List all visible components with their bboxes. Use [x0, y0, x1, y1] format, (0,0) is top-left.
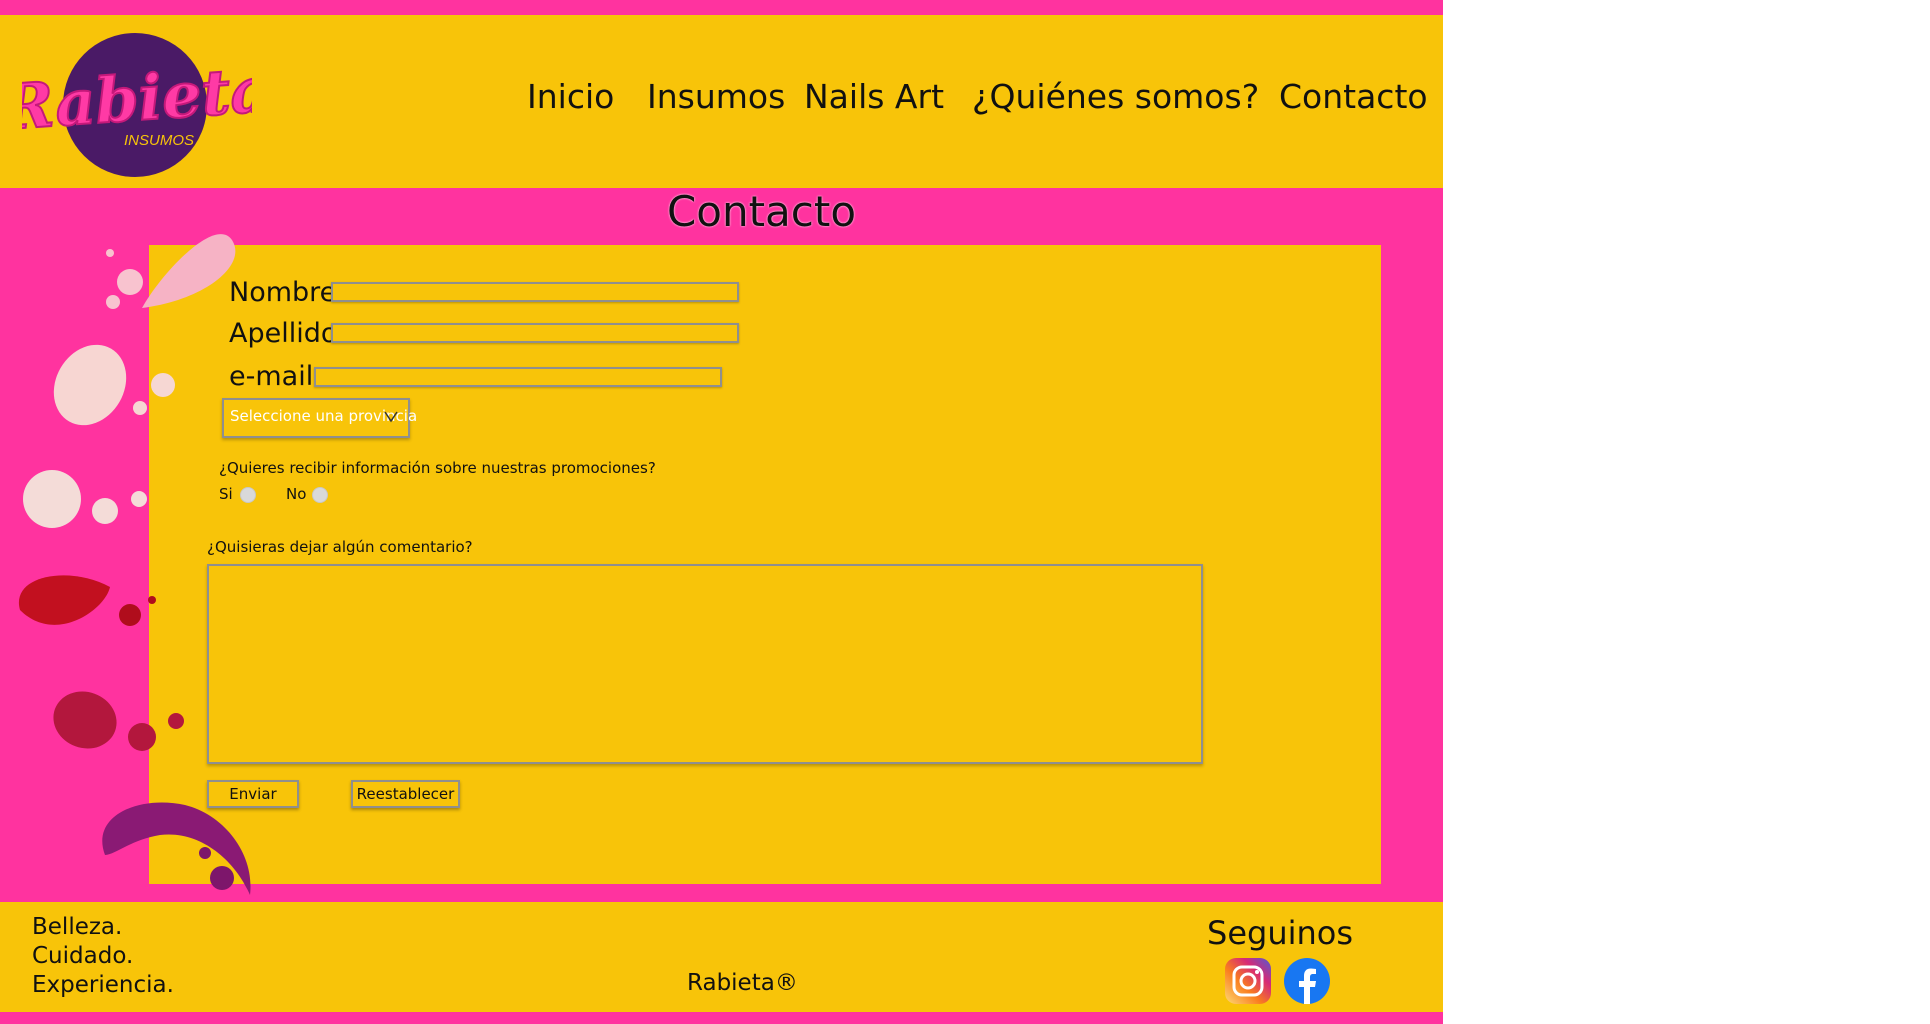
- slogan-line-1: Belleza.: [32, 914, 123, 940]
- header: Rabieta INSUMOS Inicio Insumos Nails Art…: [0, 15, 1443, 188]
- brand-mark: Rabieta®: [687, 970, 798, 996]
- instagram-icon[interactable]: [1224, 957, 1272, 1005]
- apellido-input[interactable]: [331, 323, 739, 343]
- comment-textarea[interactable]: [207, 564, 1203, 764]
- email-input[interactable]: [314, 367, 722, 387]
- nav-item-contacto[interactable]: Contacto: [1279, 77, 1428, 116]
- nail-polish-drops-decoration: [18, 234, 251, 895]
- radio-no[interactable]: [312, 487, 328, 503]
- main-nav: Inicio Insumos Nails Art ¿Quiénes somos?…: [0, 77, 1443, 117]
- slogan-line-3: Experiencia.: [32, 972, 174, 998]
- facebook-icon[interactable]: [1283, 957, 1331, 1005]
- nav-item-nails-art[interactable]: Nails Art: [804, 77, 944, 116]
- logo-subtext: INSUMOS: [124, 132, 194, 149]
- reset-button[interactable]: Reestablecer: [351, 780, 460, 808]
- page: Rabieta INSUMOS Inicio Insumos Nails Art…: [0, 0, 1443, 1024]
- follow-title: Seguinos: [1207, 914, 1354, 952]
- radio-no-label: No: [286, 485, 307, 503]
- nombre-input[interactable]: [331, 282, 739, 302]
- nav-item-insumos[interactable]: Insumos: [647, 77, 785, 116]
- slogan-line-2: Cuidado.: [32, 943, 134, 969]
- contact-form: Nombre Apellido e-mail Seleccione una pr…: [149, 245, 1381, 884]
- chevron-down-icon: [384, 411, 398, 423]
- footer: Belleza. Cuidado. Experiencia. Rabieta® …: [0, 902, 1443, 1012]
- promo-question: ¿Quieres recibir información sobre nuest…: [219, 459, 656, 477]
- nav-item-inicio[interactable]: Inicio: [527, 77, 614, 116]
- nav-item-quienes-somos[interactable]: ¿Quiénes somos?: [972, 77, 1259, 116]
